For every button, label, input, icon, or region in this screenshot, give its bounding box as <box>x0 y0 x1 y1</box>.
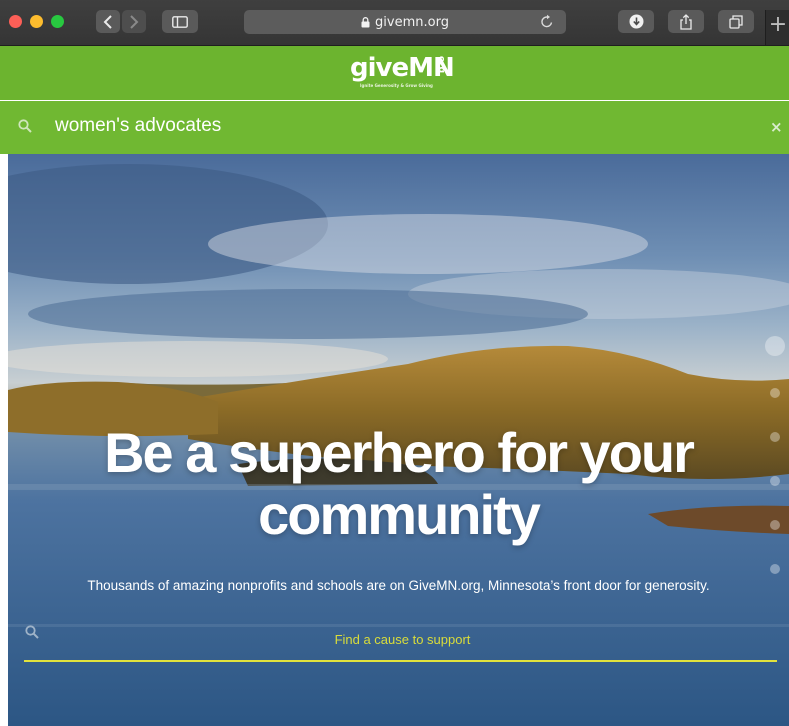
share-icon <box>680 13 692 30</box>
tabs-icon <box>729 14 743 29</box>
downloads-button[interactable] <box>618 10 654 33</box>
carousel-dot[interactable] <box>770 388 780 398</box>
tabs-overview-button[interactable] <box>718 10 754 33</box>
logo-tagline: Ignite Generosity & Grow Giving <box>360 83 433 88</box>
minimize-window-button[interactable] <box>30 15 43 28</box>
back-button[interactable] <box>96 10 120 33</box>
forward-button[interactable] <box>122 10 146 33</box>
browser-toolbar: givemn.org + <box>0 0 789 46</box>
share-button[interactable] <box>668 10 704 33</box>
chevron-left-icon <box>103 14 112 29</box>
reload-icon[interactable] <box>540 14 554 29</box>
new-tab-button[interactable]: + <box>765 10 789 45</box>
address-bar[interactable]: givemn.org <box>244 10 566 34</box>
cause-search-field[interactable] <box>24 616 781 662</box>
clear-search-button[interactable]: × <box>770 118 783 136</box>
cause-search-input[interactable] <box>24 616 781 662</box>
hero-banner: Be a superhero for your community Thousa… <box>8 154 789 726</box>
search-icon <box>18 119 32 133</box>
hero-headline-line1: Be a superhero for your <box>104 421 695 484</box>
sidebar-icon <box>172 15 188 28</box>
site-search-bar: women's advocates × <box>0 101 789 154</box>
close-window-button[interactable] <box>9 15 22 28</box>
url-text: givemn.org <box>375 14 449 30</box>
download-icon <box>629 14 643 29</box>
search-query[interactable]: women's advocates <box>55 115 221 137</box>
hero-headline-line2: community <box>258 483 541 546</box>
chevron-right-icon <box>130 14 139 29</box>
givemn-logo[interactable]: giveMN org Ignite Generosity & Grow Givi… <box>350 54 455 88</box>
carousel-dot[interactable] <box>765 336 785 356</box>
sidebar-button[interactable] <box>162 10 198 33</box>
search-icon <box>25 625 39 639</box>
carousel-dot[interactable] <box>770 564 780 574</box>
site-header: giveMN org Ignite Generosity & Grow Givi… <box>0 46 789 100</box>
lock-icon <box>361 16 370 27</box>
logo-suffix: org <box>436 56 446 74</box>
hero-headline: Be a superhero for your community <box>8 422 789 546</box>
hero-subtext: Thousands of amazing nonprofits and scho… <box>87 578 710 593</box>
zoom-window-button[interactable] <box>51 15 64 28</box>
